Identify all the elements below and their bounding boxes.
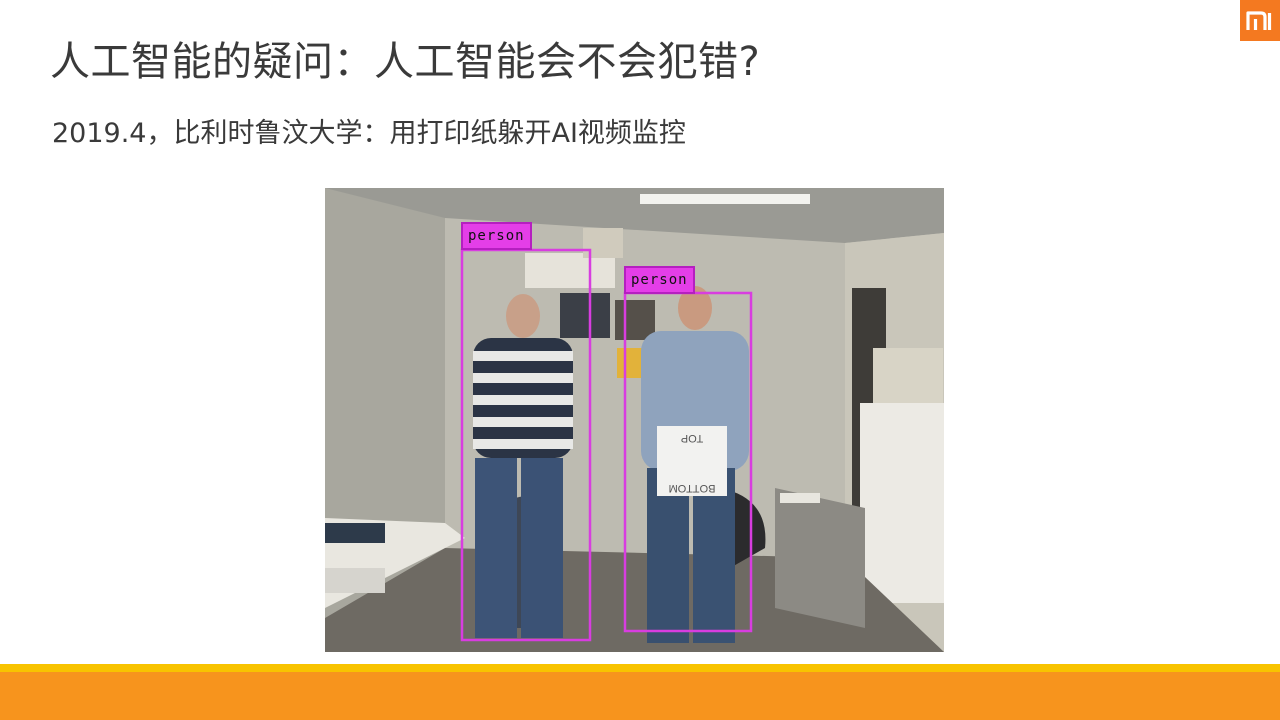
footer-bar <box>0 672 1280 720</box>
footer-accent-bar <box>0 664 1280 672</box>
slide: 人工智能的疑问：人工智能会不会犯错? 2019.4，比利时鲁汶大学：用打印纸躲开… <box>0 0 1280 720</box>
office-scene: TOP BOTTOM <box>325 188 944 652</box>
slide-subtitle: 2019.4，比利时鲁汶大学：用打印纸躲开AI视频监控 <box>52 118 686 149</box>
detection-label-2: person <box>624 266 695 294</box>
slide-title: 人工智能的疑问：人工智能会不会犯错? <box>50 39 761 85</box>
surveillance-photo: TOP BOTTOM person person <box>325 188 944 652</box>
bag-bottom-text: BOTTOM <box>669 482 716 494</box>
mi-logo-icon <box>1240 0 1280 41</box>
bag-top-text: TOP <box>681 432 703 444</box>
detection-label-1: person <box>461 222 532 250</box>
